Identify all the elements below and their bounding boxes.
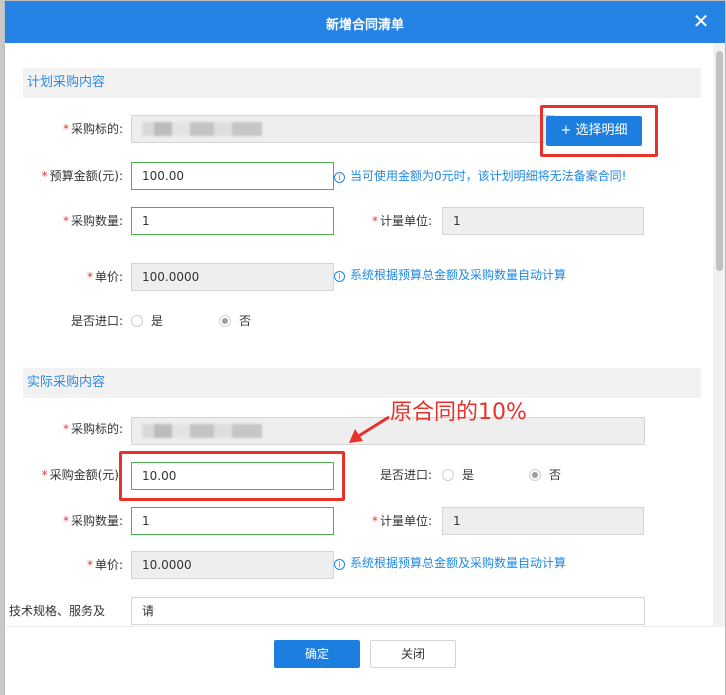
blurred-content — [142, 122, 262, 136]
planned-budget-hint: i 当可使用金额为0元时，该计划明细将无法备案合同! — [334, 162, 626, 190]
planned-price-hint: i 系统根据预算总金额及采购数量自动计算 — [334, 261, 566, 289]
radio-no-checked[interactable] — [529, 469, 541, 481]
actual-spec-label: 技术规格、服务及 — [9, 604, 106, 618]
planned-import-yes[interactable]: 是 — [131, 307, 163, 335]
planned-price-label: * 单价: — [86, 270, 123, 284]
planned-unit-label: * 计量单位: — [371, 214, 432, 228]
actual-qty-label: * 采购数量: — [62, 514, 123, 528]
close-icon[interactable]: ✕ — [691, 11, 711, 31]
planned-target-label: * 采购标的: — [62, 122, 123, 136]
actual-price-hint-text: 系统根据预算总金额及采购数量自动计算 — [350, 556, 567, 570]
actual-price-label-text: 单价: — [94, 558, 123, 572]
planned-qty-label-text: 采购数量: — [70, 214, 123, 228]
planned-budget-hint-text: 当可使用金额为0元时，该计划明细将无法备案合同! — [350, 169, 627, 183]
dialog-title: 新增合同清单 — [325, 18, 404, 33]
actual-qty-label-text: 采购数量: — [70, 514, 123, 528]
highlight-box-select — [540, 105, 658, 157]
planned-import-label: 是否进口: — [70, 314, 123, 328]
actual-import-yes[interactable]: 是 — [442, 461, 474, 489]
actual-target-label: * 采购标的: — [62, 422, 123, 436]
scrollbar-thumb[interactable] — [716, 51, 723, 271]
actual-price-field: 10.0000 — [131, 551, 334, 579]
actual-qty-input[interactable]: 1 — [131, 507, 334, 535]
close-button[interactable]: 关闭 — [370, 640, 456, 668]
annotation-arrow-icon — [349, 415, 390, 443]
actual-price-label: * 单价: — [86, 558, 123, 572]
actual-price-hint: i 系统根据预算总金额及采购数量自动计算 — [334, 549, 566, 577]
dialog-titlebar: 新增合同清单 ✕ — [5, 1, 725, 43]
actual-import-label: 是否进口: — [379, 468, 432, 482]
planned-import-yes-text: 是 — [151, 314, 164, 328]
planned-target-label-text: 采购标的: — [70, 122, 123, 136]
actual-amount-label-text: 采购金额(元): — [49, 468, 123, 482]
section-planned-title: 计划采购内容 — [23, 68, 701, 98]
actual-import-yes-text: 是 — [462, 468, 475, 482]
planned-budget-label-text: 预算金额(元): — [49, 169, 123, 183]
annotation-text: 原合同的10% — [390, 400, 527, 425]
actual-import-no-text: 否 — [549, 468, 562, 482]
actual-unit-label-text: 计量单位: — [379, 514, 432, 528]
actual-target-label-text: 采购标的: — [70, 422, 123, 436]
planned-qty-input[interactable]: 1 — [131, 207, 334, 235]
actual-import-no[interactable]: 否 — [529, 461, 561, 489]
planned-unit-label-text: 计量单位: — [379, 214, 432, 228]
actual-unit-label: * 计量单位: — [371, 514, 432, 528]
actual-spec-input[interactable]: 请 — [131, 597, 645, 625]
radio-yes[interactable] — [442, 469, 454, 481]
actual-unit-field: 1 — [442, 507, 644, 535]
highlight-box-amount — [119, 451, 345, 501]
planned-price-label-text: 单价: — [94, 270, 123, 284]
planned-price-hint-text: 系统根据预算总金额及采购数量自动计算 — [350, 268, 567, 282]
dialog-footer: 确定 关闭 — [5, 626, 725, 695]
add-contract-dialog: 新增合同清单 ✕ 计划采购内容 * 采购标的: * 预算金额(元): 100.00 … — [4, 0, 726, 695]
info-icon: i — [334, 172, 345, 183]
section-actual-title: 实际采购内容 — [23, 368, 701, 398]
radio-yes[interactable] — [131, 315, 143, 327]
confirm-button[interactable]: 确定 — [274, 640, 360, 668]
planned-price-field: 100.0000 — [131, 263, 334, 291]
planned-budget-label: * 预算金额(元): — [41, 169, 123, 183]
planned-qty-label: * 采购数量: — [62, 214, 123, 228]
actual-amount-label: * 采购金额(元): — [41, 468, 123, 482]
info-icon: i — [334, 271, 345, 282]
planned-budget-input[interactable]: 100.00 — [131, 162, 334, 190]
radio-no-checked[interactable] — [219, 315, 231, 327]
info-icon: i — [334, 559, 345, 570]
blurred-content — [142, 424, 262, 438]
planned-import-no[interactable]: 否 — [219, 307, 251, 335]
planned-unit-field: 1 — [442, 207, 644, 235]
planned-target-field — [131, 115, 555, 143]
planned-import-no-text: 否 — [239, 314, 252, 328]
